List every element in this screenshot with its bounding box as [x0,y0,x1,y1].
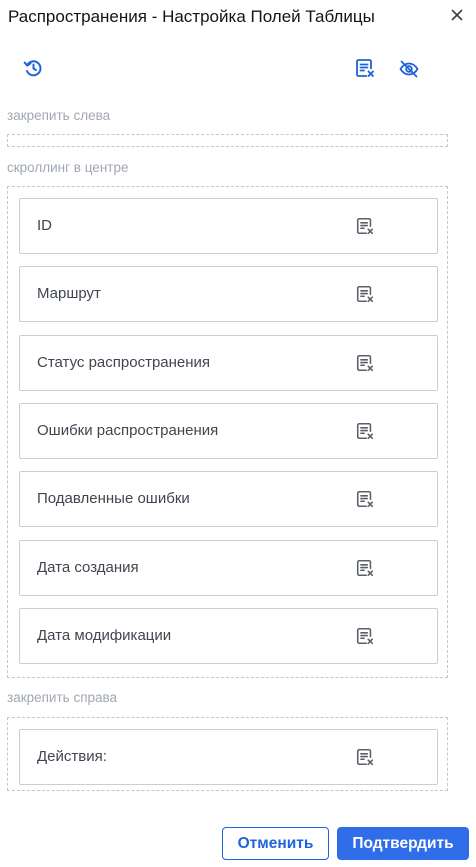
history-reset-icon [23,60,42,77]
field-card[interactable]: ID [19,198,438,254]
field-label: Ошибки распространения [37,421,219,439]
remove-field-button[interactable] [354,625,376,647]
remove-field-icon [356,559,374,576]
field-label: Маршрут [37,285,101,303]
remove-field-button[interactable] [354,352,376,374]
close-button[interactable] [447,5,467,25]
field-card[interactable]: Подавленные ошибки [19,471,438,528]
clear-all-columns-button[interactable] [353,56,377,80]
scroll-center-label: скроллинг в центре [7,160,129,175]
remove-field-button[interactable] [354,283,376,305]
field-card[interactable]: Маршрут [19,266,438,323]
dialog-title: Распространения - Настройка Полей Таблиц… [8,7,375,26]
remove-field-icon [356,422,374,439]
remove-field-button[interactable] [354,746,376,768]
remove-field-icon [356,748,374,766]
remove-field-button[interactable] [354,420,376,442]
list-remove-icon [356,59,374,77]
reset-columns-button[interactable] [21,56,45,80]
field-card[interactable]: Дата создания [19,539,438,596]
remove-field-icon [356,286,374,303]
remove-field-button[interactable] [354,557,376,579]
pinned-left-label: закрепить слева [7,108,111,123]
pinned-left-dropzone[interactable] [7,134,448,147]
pinned-right-label: закрепить справа [7,690,118,705]
field-label: Действия: [37,748,107,765]
close-icon [451,9,463,21]
field-card[interactable]: Ошибки распространения [19,402,438,459]
field-label: Статус распространения [37,353,211,371]
field-card[interactable]: Статус распространения [19,334,438,391]
field-label: Дата создания [37,558,139,576]
remove-field-icon [356,217,374,235]
field-label: Подавленные ошибки [37,490,190,508]
remove-field-button[interactable] [354,488,376,510]
field-card[interactable]: Дата модификации [19,607,438,664]
field-card[interactable]: Действия: [19,729,438,785]
eye-off-icon [399,60,419,78]
hide-all-columns-button[interactable] [397,57,421,81]
remove-field-icon [356,354,374,371]
remove-field-icon [356,491,374,508]
remove-field-icon [356,627,374,644]
field-label: Дата модификации [37,626,172,644]
remove-field-button[interactable] [354,215,376,237]
cancel-button[interactable]: Отменить [222,827,329,860]
field-label: ID [37,217,52,234]
confirm-button[interactable]: Подтвердить [337,827,469,860]
